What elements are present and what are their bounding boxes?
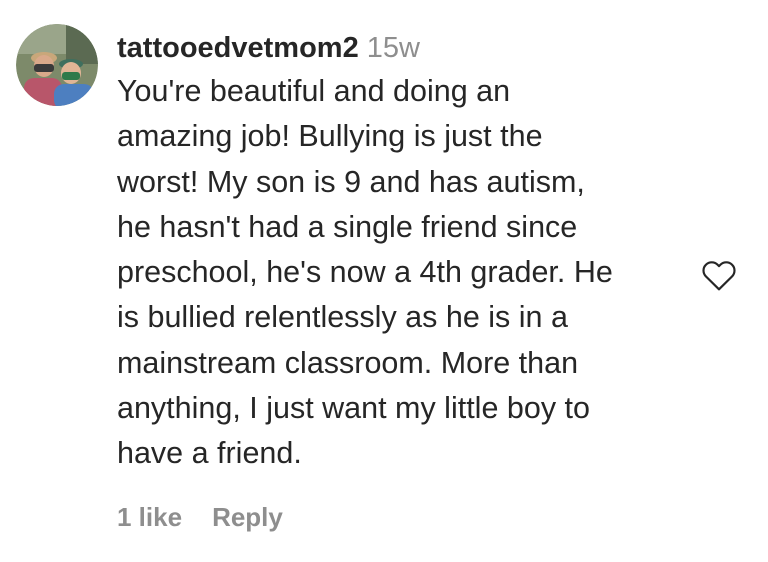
comment-text-line: mainstream classroom. More than bbox=[117, 345, 579, 380]
likes-count-link[interactable]: 1 like bbox=[117, 502, 182, 532]
comment-text-line: worst! My son is 9 and has autism, bbox=[117, 164, 585, 199]
user-avatar[interactable] bbox=[16, 24, 98, 106]
comment-text-line: preschool, he's now a 4th grader. He bbox=[117, 255, 613, 290]
heart-outline-icon bbox=[702, 261, 736, 291]
comment-timestamp: 15w bbox=[366, 32, 420, 64]
comment: tattooedvetmom2 15w You're beautiful and … bbox=[0, 0, 768, 562]
comment-text-line: You're beautiful and doing an bbox=[117, 74, 511, 108]
comment-text-line: he hasn't had a single friend since bbox=[117, 209, 578, 244]
comment-header: tattooedvetmom2 15w bbox=[117, 28, 697, 68]
comment-text-line: have a friend. bbox=[117, 436, 302, 471]
comment-text-line: is bullied relentlessly as he is in a bbox=[117, 300, 568, 335]
username-link[interactable]: tattooedvetmom2 bbox=[117, 32, 359, 64]
comment-text-line: anything, I just want my little boy to bbox=[117, 391, 590, 426]
comment-text: You're beautiful and doing an amazing jo… bbox=[117, 69, 697, 477]
like-button[interactable] bbox=[698, 255, 740, 295]
comment-footer: 1 like Reply bbox=[117, 499, 283, 535]
comment-body: tattooedvetmom2 15w You're beautiful and … bbox=[117, 28, 697, 477]
avatar-photo-icon bbox=[16, 24, 98, 106]
reply-button[interactable]: Reply bbox=[212, 502, 283, 532]
comment-text-line: amazing job! Bullying is just the bbox=[117, 119, 543, 154]
